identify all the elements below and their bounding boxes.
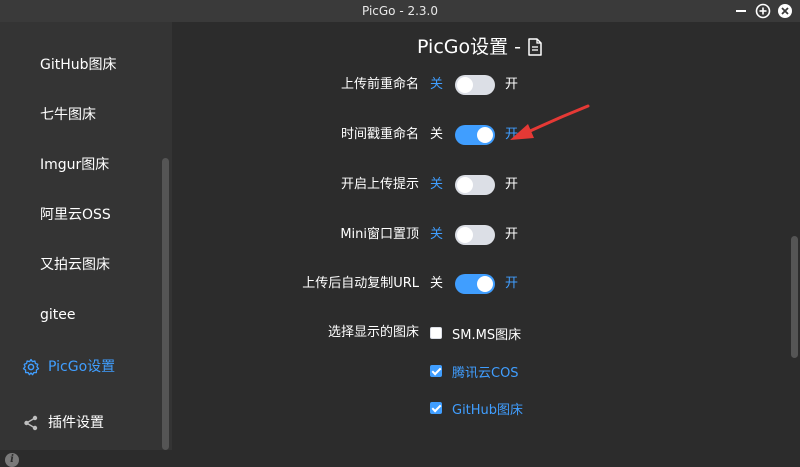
sidebar-item-aliyun[interactable]: 阿里云OSS [40,205,111,225]
checkbox-label: 腾讯云COS [452,365,519,381]
setting-label-picbed-select: 选择显示的图床 [327,325,419,340]
upload-notification-switch[interactable] [455,175,495,195]
setting-label-timestamp-rename: 时间戳重命名 [340,127,419,142]
setting-label-mini-window-top: Mini窗口置顶 [340,227,419,242]
page-title-text: PicGo设置 - [417,36,522,58]
sidebar-item-upyun[interactable]: 又拍云图床 [40,255,110,275]
picbed-option-smms[interactable]: SM.MS图床 [430,323,521,343]
switch-off-label: 关 [430,227,444,242]
mini-window-top-switch[interactable] [455,225,495,245]
share-icon [24,415,38,431]
switch-on-label: 开 [505,227,519,242]
window-controls [732,2,794,20]
checkbox-label: GitHub图床 [452,402,524,418]
switch-off-label: 关 [430,177,444,192]
annotation-arrow [510,104,590,140]
maximize-icon[interactable] [754,2,772,20]
settings-panel: PicGo设置 - 上传前重命名 关 开 时间戳重命名 关 开 开启上传提示 关… [172,22,800,450]
sidebar-item-imgur[interactable]: Imgur图床 [40,155,109,175]
content-scrollbar[interactable] [791,236,798,358]
switch-knob [457,177,473,193]
switch-on-label: 开 [505,177,519,192]
picbed-option-tencent-cos[interactable]: 腾讯云COS [430,361,519,381]
sidebar-item-picgo-settings[interactable]: PicGo设置 [48,357,115,377]
switch-knob [477,127,493,143]
switch-off-label: 关 [430,127,444,142]
switch-off-label: 关 [430,276,444,291]
checkbox-label: SM.MS图床 [452,327,522,343]
sidebar: GitHub图床 七牛图床 Imgur图床 阿里云OSS 又拍云图床 gitee… [0,22,172,467]
page-title: PicGo设置 - [417,34,543,60]
sidebar-item-qiniu[interactable]: 七牛图床 [40,105,96,125]
switch-knob [457,77,473,93]
timestamp-rename-switch[interactable] [455,125,495,145]
title-bar: PicGo - 2.3.0 [0,0,800,22]
window-title: PicGo - 2.3.0 [361,4,439,18]
setting-label-upload-notification: 开启上传提示 [340,177,419,192]
switch-on-label: 开 [505,77,519,92]
document-icon[interactable] [527,38,543,56]
setting-label-rename-before-upload: 上传前重命名 [340,77,419,92]
sidebar-item-github[interactable]: GitHub图床 [40,55,117,75]
switch-off-label: 关 [430,77,444,92]
checkbox[interactable] [430,327,442,339]
switch-on-label: 开 [505,276,519,291]
sidebar-scrollbar[interactable] [162,158,169,450]
gear-icon [22,358,40,376]
sidebar-item-plugin-settings[interactable]: 插件设置 [48,413,104,433]
switch-knob [477,276,493,292]
checkbox[interactable] [430,402,442,414]
auto-copy-url-switch[interactable] [455,274,495,294]
switch-knob [457,227,473,243]
rename-before-upload-switch[interactable] [455,75,495,95]
sidebar-item-gitee[interactable]: gitee [40,305,76,325]
minimize-icon[interactable] [732,2,750,20]
info-icon[interactable]: i [5,453,19,467]
close-icon[interactable] [776,2,794,20]
setting-label-auto-copy-url: 上传后自动复制URL [302,276,419,291]
checkbox[interactable] [430,365,442,377]
picbed-option-github[interactable]: GitHub图床 [430,398,523,418]
